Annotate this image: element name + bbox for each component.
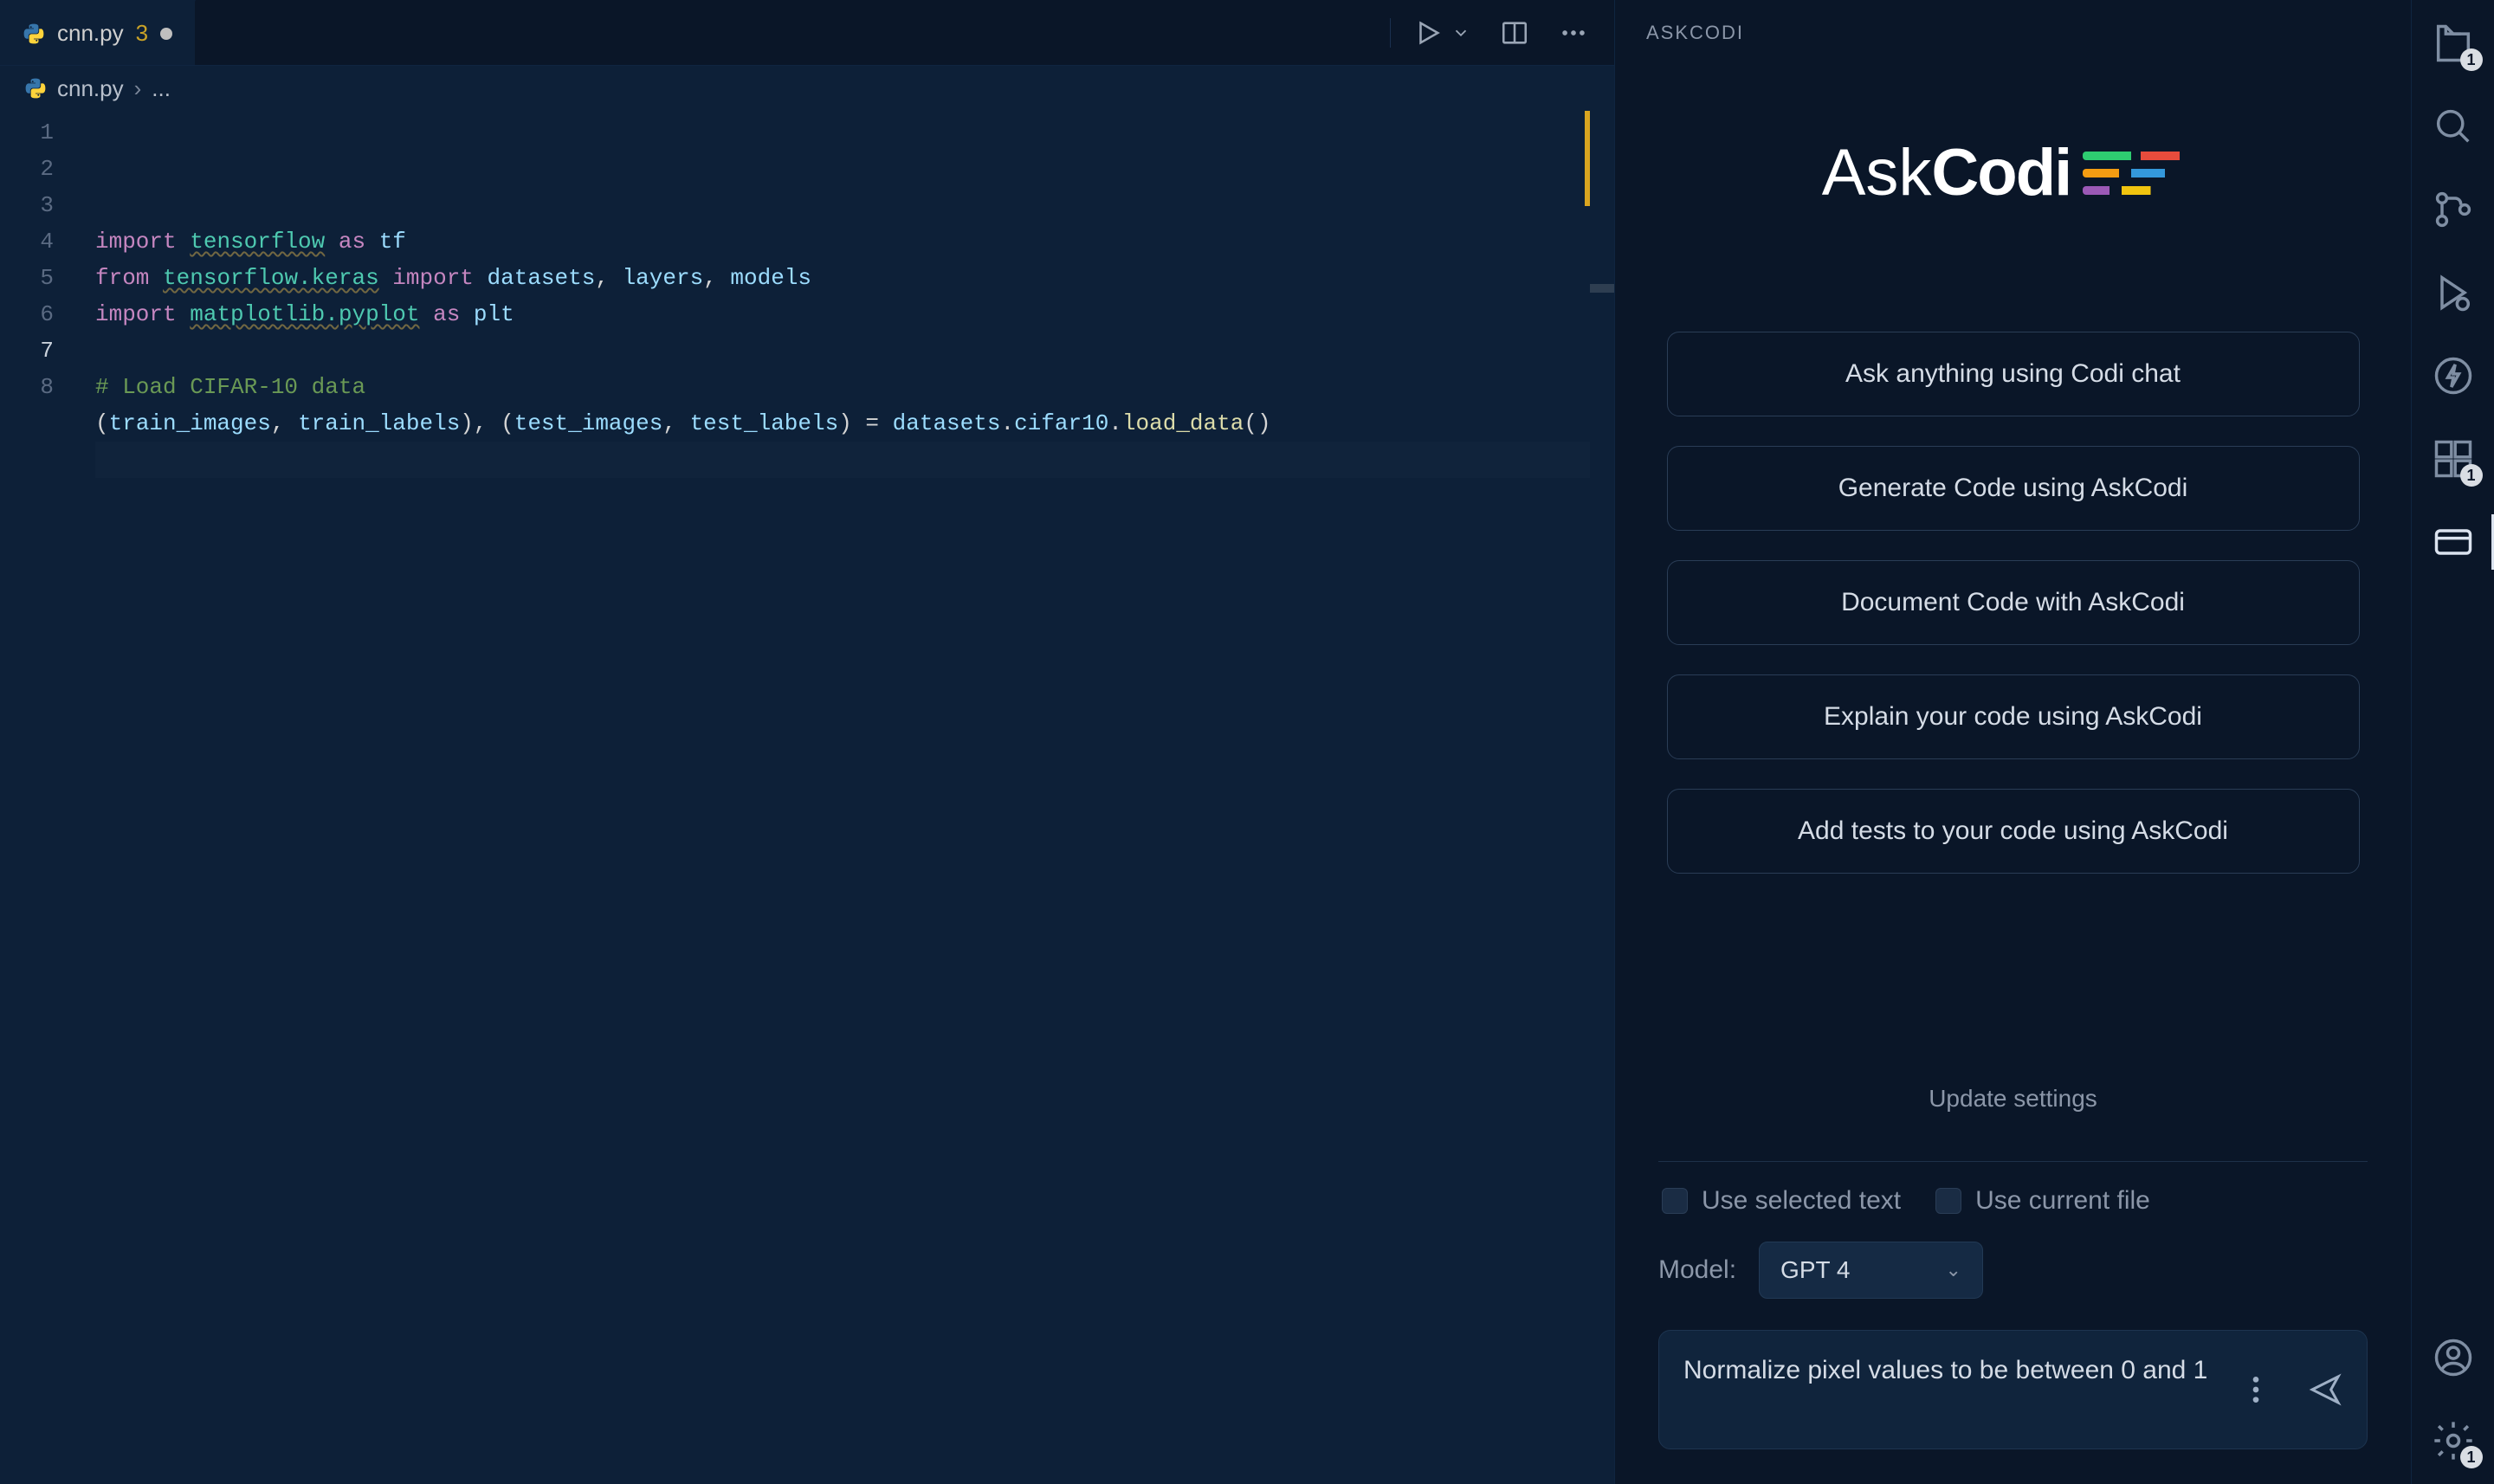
use-file-label: Use current file bbox=[1975, 1186, 2150, 1216]
code-line[interactable]: from tensorflow.keras import datasets, l… bbox=[95, 260, 1590, 296]
activity-bar: 1 1 1 bbox=[2411, 0, 2494, 1484]
checkbox-icon bbox=[1662, 1188, 1688, 1214]
action-list: Ask anything using Codi chat Generate Co… bbox=[1667, 332, 2360, 874]
input-more-icon[interactable] bbox=[2239, 1372, 2273, 1407]
askcodi-logo: AskCodi bbox=[1822, 135, 2205, 210]
send-icon[interactable] bbox=[2308, 1372, 2342, 1407]
activity-thunder[interactable] bbox=[2431, 353, 2476, 398]
chevron-right-icon: › bbox=[134, 75, 142, 102]
code-area[interactable]: 12345678 import tensorflow as tffrom ten… bbox=[0, 111, 1614, 1484]
chevron-down-icon: ⌄ bbox=[1945, 1259, 1961, 1281]
line-gutter: 12345678 bbox=[0, 111, 95, 1484]
activity-extensions[interactable]: 1 bbox=[2431, 436, 2476, 481]
checkbox-icon bbox=[1935, 1188, 1961, 1214]
line-number: 8 bbox=[0, 369, 95, 405]
update-settings-link[interactable]: Update settings bbox=[1658, 1085, 2368, 1137]
activity-explorer[interactable]: 1 bbox=[2431, 21, 2476, 66]
action-chat[interactable]: Ask anything using Codi chat bbox=[1667, 332, 2360, 416]
chat-input[interactable] bbox=[1683, 1352, 2216, 1428]
more-actions-icon[interactable] bbox=[1559, 18, 1588, 48]
tab-problems-badge: 3 bbox=[136, 20, 148, 47]
action-document[interactable]: Document Code with AskCodi bbox=[1667, 560, 2360, 645]
options-row: Use selected text Use current file bbox=[1658, 1186, 2368, 1216]
action-generate[interactable]: Generate Code using AskCodi bbox=[1667, 446, 2360, 531]
line-number: 6 bbox=[0, 296, 95, 332]
explorer-badge: 1 bbox=[2460, 48, 2483, 71]
panel-body: AskCodi Ask anything using Codi chat Gen… bbox=[1615, 66, 2411, 1085]
panel-footer: Update settings Use selected text Use cu… bbox=[1615, 1085, 2411, 1484]
activity-settings[interactable]: 1 bbox=[2431, 1418, 2476, 1463]
python-icon bbox=[24, 77, 47, 100]
tabs: cnn.py 3 bbox=[0, 0, 196, 65]
code-content[interactable]: import tensorflow as tffrom tensorflow.k… bbox=[95, 111, 1590, 1484]
tab-cnn-py[interactable]: cnn.py 3 bbox=[0, 0, 196, 65]
use-selected-label: Use selected text bbox=[1702, 1186, 1901, 1216]
model-select[interactable]: GPT 4 ⌄ bbox=[1759, 1242, 1983, 1299]
model-value: GPT 4 bbox=[1780, 1256, 1850, 1284]
extensions-badge: 1 bbox=[2460, 464, 2483, 487]
logo-stripes-icon bbox=[2083, 152, 2204, 195]
action-tests[interactable]: Add tests to your code using AskCodi bbox=[1667, 789, 2360, 874]
model-row: Model: GPT 4 ⌄ bbox=[1658, 1242, 2368, 1299]
tab-dirty-indicator bbox=[160, 28, 172, 40]
code-line[interactable]: import matplotlib.pyplot as plt bbox=[95, 296, 1590, 332]
run-chevron-icon[interactable] bbox=[1451, 18, 1470, 48]
breadcrumb-file: cnn.py bbox=[57, 75, 124, 102]
breadcrumb[interactable]: cnn.py › ... bbox=[0, 66, 1614, 111]
line-number: 1 bbox=[0, 114, 95, 151]
code-line[interactable]: # Load CIFAR-10 data bbox=[95, 369, 1590, 405]
activity-source-control[interactable] bbox=[2431, 187, 2476, 232]
use-current-file-checkbox[interactable]: Use current file bbox=[1935, 1186, 2150, 1216]
activity-askcodi[interactable] bbox=[2431, 519, 2476, 565]
code-line[interactable]: import tensorflow as tf bbox=[95, 223, 1590, 260]
line-number: 2 bbox=[0, 151, 95, 187]
editor-area: cnn.py 3 cnn.py › . bbox=[0, 0, 1614, 1484]
code-line[interactable] bbox=[95, 442, 1590, 478]
tab-bar: cnn.py 3 bbox=[0, 0, 1614, 66]
settings-badge: 1 bbox=[2460, 1446, 2483, 1468]
run-icon[interactable] bbox=[1413, 18, 1443, 48]
minimap[interactable] bbox=[1590, 111, 1614, 1484]
code-line[interactable]: (train_images, train_labels), (test_imag… bbox=[95, 405, 1590, 442]
line-number: 4 bbox=[0, 223, 95, 260]
code-line[interactable] bbox=[95, 332, 1590, 369]
logo-thin: Ask bbox=[1822, 135, 1932, 210]
line-number: 3 bbox=[0, 187, 95, 223]
tab-actions bbox=[1390, 18, 1614, 48]
model-label: Model: bbox=[1658, 1255, 1736, 1285]
divider bbox=[1658, 1161, 2368, 1162]
chat-input-row bbox=[1658, 1330, 2368, 1449]
askcodi-panel: ASKCODI AskCodi Ask anything using Codi … bbox=[1614, 0, 2411, 1484]
use-selected-checkbox[interactable]: Use selected text bbox=[1662, 1186, 1901, 1216]
line-number: 7 bbox=[0, 332, 95, 369]
code-line[interactable] bbox=[95, 478, 1590, 514]
python-icon bbox=[23, 23, 45, 45]
logo-bold: Codi bbox=[1931, 135, 2071, 210]
activity-account[interactable] bbox=[2431, 1335, 2476, 1380]
activity-search[interactable] bbox=[2431, 104, 2476, 149]
tab-name: cnn.py bbox=[57, 20, 124, 47]
line-number: 5 bbox=[0, 260, 95, 296]
minimap-viewport[interactable] bbox=[1590, 284, 1614, 293]
activity-run-debug[interactable] bbox=[2431, 270, 2476, 315]
split-editor-icon[interactable] bbox=[1500, 18, 1529, 48]
breadcrumb-rest: ... bbox=[152, 75, 171, 102]
panel-title: ASKCODI bbox=[1615, 0, 2411, 66]
action-explain[interactable]: Explain your code using AskCodi bbox=[1667, 674, 2360, 759]
